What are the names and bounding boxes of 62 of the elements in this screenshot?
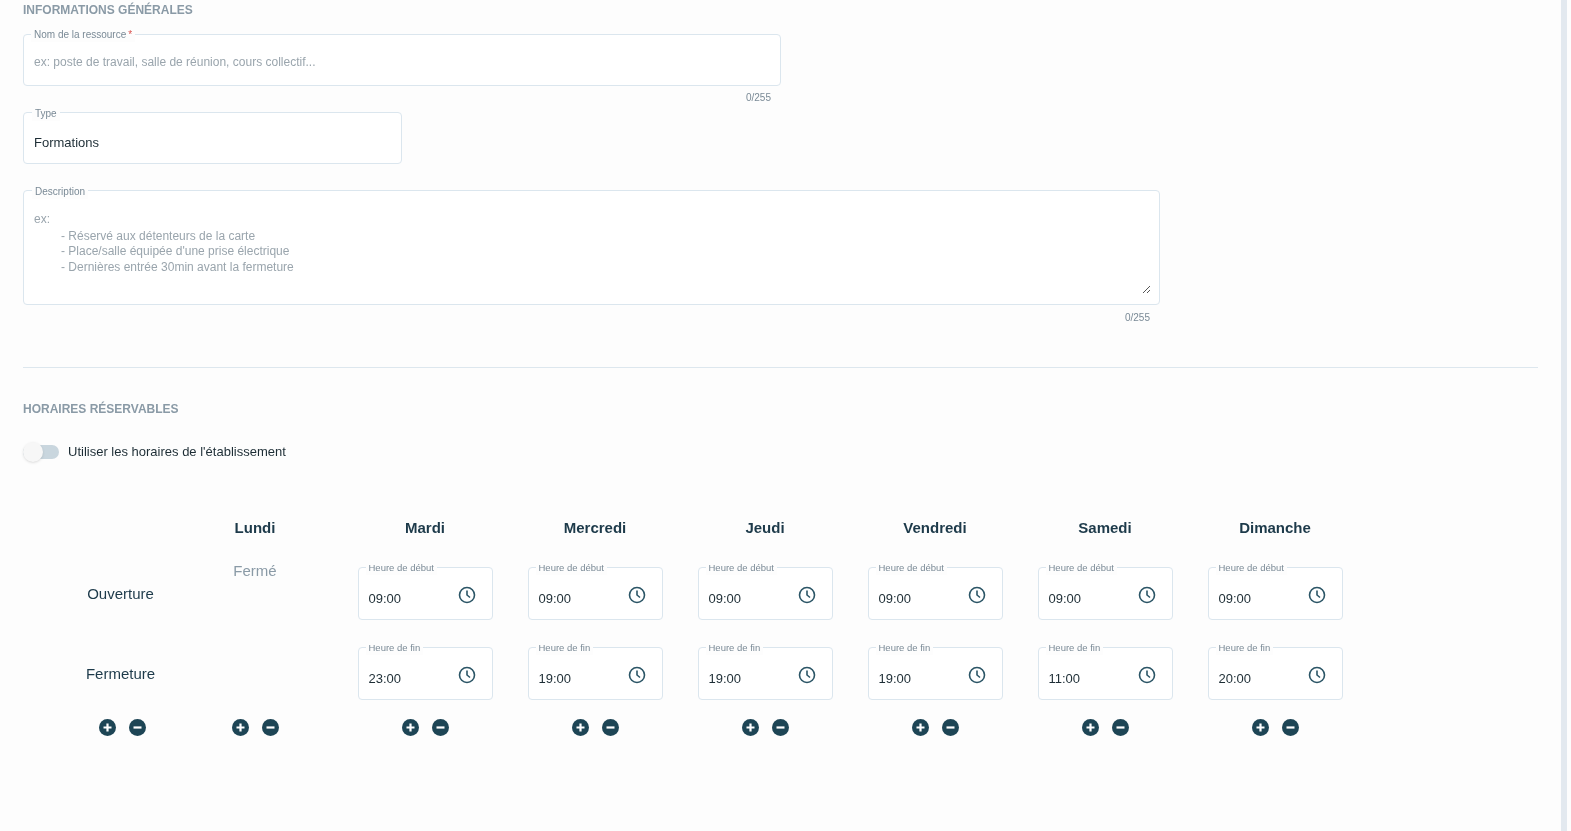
field-value: 09:00: [1218, 590, 1252, 608]
field-value: 09:00: [538, 590, 572, 608]
day-heading: Mercredi: [563, 518, 627, 538]
row-label: Fermeture: [85, 664, 156, 684]
field-value: 09:00: [708, 590, 742, 608]
clock-icon[interactable]: [967, 666, 986, 684]
field-label: Type: [32, 106, 60, 121]
remove-icon[interactable]: [431, 718, 449, 736]
field-value: 09:00: [368, 590, 402, 608]
clock-icon[interactable]: [1137, 666, 1156, 684]
remove-icon[interactable]: [1281, 718, 1299, 736]
character-counter: 0/255: [1124, 311, 1150, 325]
add-icon[interactable]: [911, 718, 929, 736]
field-value: 19:00: [708, 670, 742, 688]
closed-label: Fermé: [233, 561, 277, 581]
add-icon[interactable]: [231, 718, 249, 736]
toggle-label: Utiliser les horaires de l'établissement: [68, 443, 286, 462]
day-heading: Mardi: [405, 518, 445, 538]
add-icon[interactable]: [98, 718, 116, 736]
remove-icon[interactable]: [261, 718, 279, 736]
field-value: 09:00: [1048, 590, 1082, 608]
remove-icon[interactable]: [601, 718, 619, 736]
field-label: Description: [32, 184, 89, 199]
field-value: 19:00: [878, 670, 912, 688]
clock-icon[interactable]: [967, 586, 986, 604]
field-value: 11:00: [1048, 670, 1081, 688]
day-heading: Jeudi: [745, 518, 785, 538]
add-icon[interactable]: [1251, 718, 1269, 736]
remove-icon[interactable]: [771, 718, 789, 736]
clock-icon[interactable]: [1307, 586, 1326, 604]
day-heading: Samedi: [1078, 518, 1132, 538]
row-label: Ouverture: [87, 584, 154, 604]
character-counter: 0/255: [745, 91, 771, 105]
clock-icon[interactable]: [457, 586, 476, 604]
add-icon[interactable]: [741, 718, 759, 736]
field-value: 19:00: [538, 670, 572, 688]
clock-icon[interactable]: [797, 586, 816, 604]
add-icon[interactable]: [1081, 718, 1099, 736]
clock-icon[interactable]: [1307, 666, 1326, 684]
field-value: 09:00: [878, 590, 912, 608]
toggle-switch[interactable]: [23, 445, 59, 459]
add-icon[interactable]: [571, 718, 589, 736]
clock-icon[interactable]: [797, 666, 816, 684]
section-title: INFORMATIONS GÉNÉRALES: [23, 1, 193, 19]
day-heading: Lundi: [234, 518, 276, 538]
resize-handle-icon[interactable]: [1142, 285, 1151, 294]
clock-icon[interactable]: [457, 666, 476, 684]
clock-icon[interactable]: [1137, 586, 1156, 604]
scrollbar-track[interactable]: [1561, 0, 1567, 831]
section-title: HORAIRES RÉSERVABLES: [23, 400, 180, 418]
field-value: 23:00: [368, 670, 402, 688]
remove-icon[interactable]: [128, 718, 146, 736]
clock-icon[interactable]: [627, 586, 646, 604]
day-heading: Dimanche: [1239, 518, 1311, 538]
remove-icon[interactable]: [941, 718, 959, 736]
field-value: 20:00: [1218, 670, 1252, 688]
day-heading: Vendredi: [903, 518, 967, 538]
add-icon[interactable]: [401, 718, 419, 736]
textarea-placeholder: ex: - Réservé aux détenteurs de la carte - Place/salle équipée d'une prise électrique - Dernières entrée 30min avant la fermeture: [34, 212, 294, 275]
remove-icon[interactable]: [1111, 718, 1129, 736]
field-value: Formations: [34, 134, 100, 152]
clock-icon[interactable]: [627, 666, 646, 684]
